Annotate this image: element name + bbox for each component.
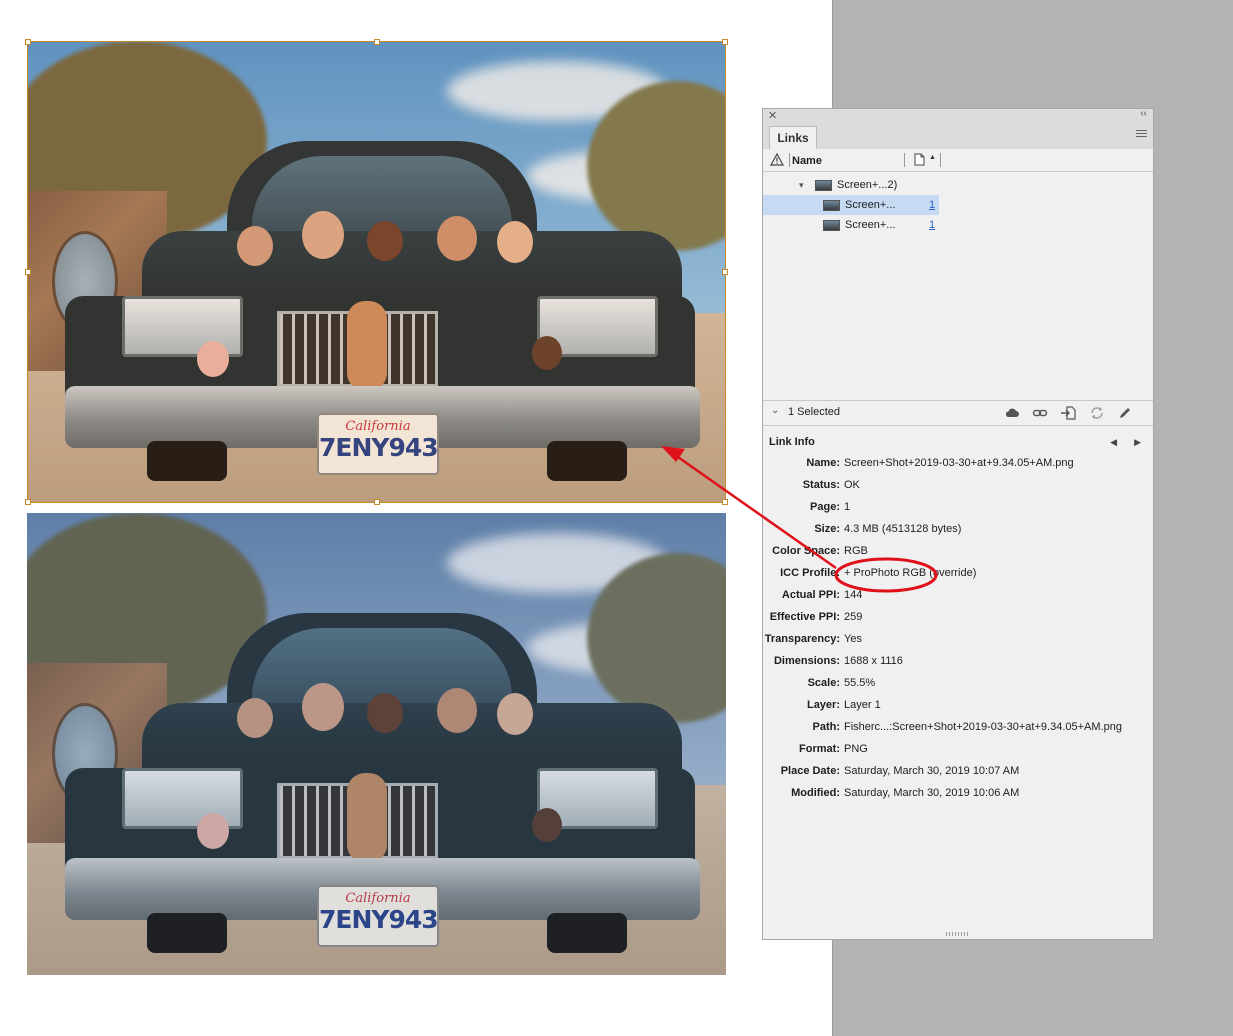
info-label: Effective PPI: [769, 611, 840, 623]
resize-handle-bottom-left[interactable] [25, 499, 31, 505]
info-label: Color Space: [772, 545, 840, 557]
link-name: Screen+... [845, 219, 896, 231]
info-row-size: Size: 4.3 MB (4513128 bytes) [763, 523, 1153, 545]
links-list-header: Name ▲ [763, 149, 1153, 172]
info-row-icc-profile: ICC Profile: + ProPhoto RGB (override) [763, 567, 1153, 589]
resize-handle-right[interactable] [722, 269, 728, 275]
info-value: Layer 1 [844, 699, 881, 711]
image-thumbnail-icon [823, 200, 840, 211]
info-value: RGB [844, 545, 868, 557]
link-page-number[interactable]: 1 [929, 195, 935, 215]
info-row-status: Status: OK [763, 479, 1153, 501]
disclosure-triangle-icon[interactable]: ▾ [799, 175, 804, 195]
info-value: 259 [844, 611, 863, 623]
info-row-transparency: Transparency: Yes [763, 633, 1153, 655]
links-toolbar: ⌄ 1 Selected [763, 400, 1153, 426]
info-row-modified: Modified: Saturday, March 30, 2019 10:06… [763, 787, 1153, 809]
info-label: Name: [806, 457, 840, 469]
info-value: Yes [844, 633, 862, 645]
collapse-panel-icon[interactable]: ‹‹ [1140, 108, 1147, 119]
link-name: Screen+... [845, 199, 896, 211]
link-row-selected[interactable]: Screen+... 1 [763, 195, 939, 215]
link-page-number[interactable]: 1 [929, 215, 935, 235]
info-label: Modified: [791, 787, 840, 799]
warning-icon[interactable] [770, 153, 784, 166]
resize-handle-bottom-right[interactable] [722, 499, 728, 505]
info-label: Page: [810, 501, 840, 513]
column-separator [940, 153, 941, 167]
info-row-path: Path: Fisherc...:Screen+Shot+2019-03-30+… [763, 721, 1153, 743]
resize-handle-bottom[interactable] [374, 499, 380, 505]
info-label: Format: [799, 743, 840, 755]
column-separator [904, 153, 905, 167]
info-value: Screen+Shot+2019-03-30+at+9.34.05+AM.png [844, 457, 1074, 469]
info-value: Saturday, March 30, 2019 10:06 AM [844, 787, 1020, 799]
info-row-place-date: Place Date: Saturday, March 30, 2019 10:… [763, 765, 1153, 787]
page-column-icon[interactable] [914, 153, 925, 166]
chevron-down-icon[interactable]: ⌄ [771, 405, 779, 416]
image-thumbnail-icon [823, 220, 840, 231]
info-label: Actual PPI: [781, 589, 840, 601]
info-value: Saturday, March 30, 2019 10:07 AM [844, 765, 1020, 777]
placed-image-bottom[interactable]: California 7ENY943 [27, 513, 726, 975]
next-link-icon[interactable]: ▶ [1134, 437, 1141, 448]
resize-handle-top-left[interactable] [25, 39, 31, 45]
panel-menu-icon[interactable] [1136, 130, 1147, 139]
info-value: 55.5% [844, 677, 876, 689]
info-label: Transparency: [764, 633, 840, 645]
info-value: 1688 x 1116 [844, 655, 903, 667]
info-label: Status: [802, 479, 840, 491]
link-row-group[interactable]: ▾ Screen+...2) [763, 175, 1153, 195]
image-thumbnail-icon [815, 180, 832, 191]
info-value: + ProPhoto RGB (override) [844, 567, 977, 579]
relink-icon[interactable] [1032, 406, 1048, 420]
link-info-title: Link Info [769, 436, 815, 448]
panel-title-bar[interactable]: ✕ ‹‹ [763, 108, 1153, 124]
link-info-header: Link Info ◀ ▶ [763, 427, 1153, 457]
go-to-link-icon[interactable] [1060, 406, 1076, 420]
info-value: OK [844, 479, 860, 491]
selection-frame[interactable] [25, 39, 728, 505]
sort-ascending-icon[interactable]: ▲ [929, 154, 936, 161]
info-value: 1 [844, 501, 851, 513]
resize-handle-top[interactable] [374, 39, 380, 45]
resize-handle-left[interactable] [25, 269, 31, 275]
links-panel: ✕ ‹‹ Links Name ▲ ▾ Screen+...2) Screen+… [762, 108, 1154, 940]
info-label: ICC Profile: [780, 567, 840, 579]
info-row-effective-ppi: Effective PPI: 259 [763, 611, 1153, 633]
cloud-relink-icon[interactable] [1004, 406, 1020, 420]
info-row-format: Format: PNG [763, 743, 1153, 765]
link-row[interactable]: Screen+... 1 [763, 215, 939, 235]
previous-link-icon[interactable]: ◀ [1110, 437, 1117, 448]
info-row-name: Name: Screen+Shot+2019-03-30+at+9.34.05+… [763, 457, 1153, 479]
resize-grip[interactable] [946, 932, 970, 936]
info-value: PNG [844, 743, 868, 755]
link-name: Screen+...2) [837, 179, 898, 191]
edit-original-icon[interactable] [1117, 406, 1133, 420]
info-value: Fisherc...:Screen+Shot+2019-03-30+at+9.3… [844, 721, 1122, 733]
info-row-page: Page: 1 [763, 501, 1153, 523]
info-row-actual-ppi: Actual PPI: 144 [763, 589, 1153, 611]
info-label: Size: [814, 523, 840, 535]
resize-handle-top-right[interactable] [722, 39, 728, 45]
column-separator [789, 153, 790, 167]
column-header-name[interactable]: Name [792, 155, 822, 167]
selected-count: 1 Selected [788, 406, 840, 418]
info-value: 4.3 MB (4513128 bytes) [844, 523, 962, 535]
info-row-dimensions: Dimensions: 1688 x 1116 [763, 655, 1153, 677]
info-row-layer: Layer: Layer 1 [763, 699, 1153, 721]
update-link-icon[interactable] [1089, 406, 1105, 420]
info-label: Scale: [807, 677, 840, 689]
photo-color-cast [27, 513, 726, 975]
info-label: Dimensions: [773, 655, 840, 667]
info-row-color-space: Color Space: RGB [763, 545, 1153, 567]
info-label: Layer: [806, 699, 840, 711]
info-row-scale: Scale: 55.5% [763, 677, 1153, 699]
info-value: 144 [844, 589, 863, 601]
close-icon[interactable]: ✕ [768, 109, 777, 122]
panel-tab-strip: Links [763, 123, 1153, 150]
info-label: Path: [812, 721, 841, 733]
tab-links[interactable]: Links [769, 126, 817, 150]
info-label: Place Date: [780, 765, 840, 777]
